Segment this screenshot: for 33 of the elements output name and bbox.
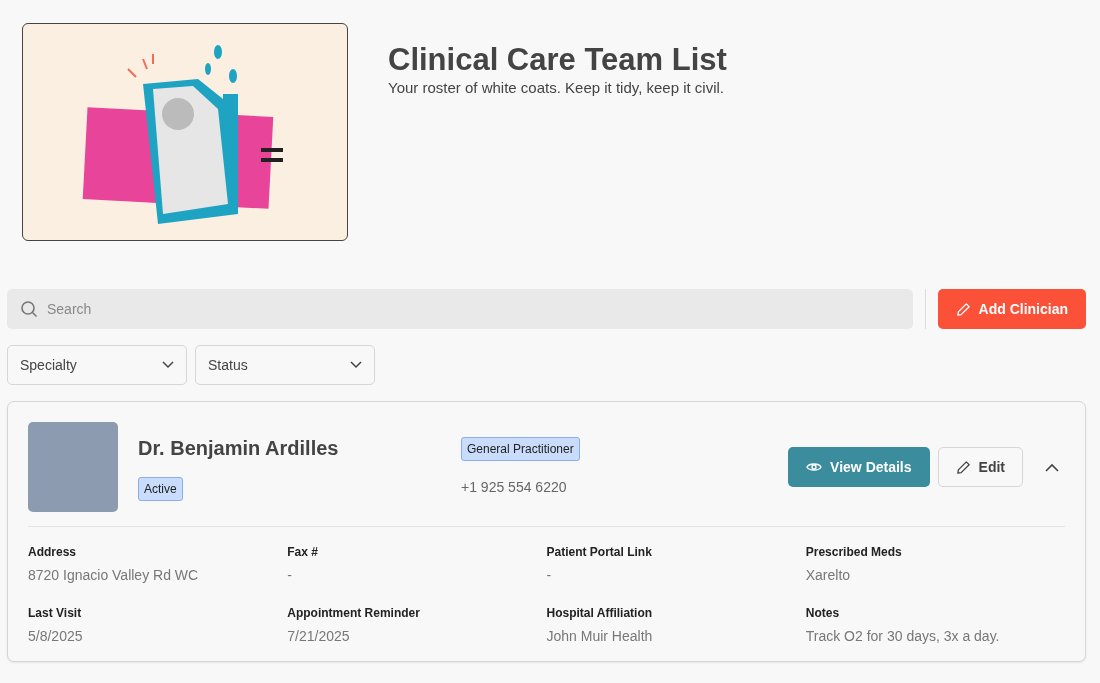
search-icon <box>20 300 38 318</box>
detail-value: Xarelto <box>805 566 852 585</box>
detail-label: Fax # <box>287 544 319 561</box>
detail-value: John Muir Health <box>546 627 654 646</box>
search-field[interactable]: Search <box>7 289 913 329</box>
chevron-down-icon <box>350 361 362 369</box>
page-subtitle: Your roster of white coats. Keep it tidy, keep it civil. <box>388 78 725 99</box>
view-details-button[interactable]: View Details <box>788 447 930 487</box>
specialty-tag: General Practitioner <box>461 436 580 461</box>
pencil-icon <box>955 301 971 317</box>
phone-number: +1 925 554 6220 <box>461 477 567 497</box>
pencil-icon <box>955 459 971 475</box>
filter-dropdown[interactable]: Status <box>195 345 375 385</box>
detail-value: 8720 Ignacio Valley Rd WC <box>28 566 200 585</box>
page-title: Clinical Care Team List <box>388 43 727 78</box>
detail-value: Track O2 for 30 days, 3x a day. <box>805 627 1001 646</box>
detail-label: Patient Portal Link <box>546 544 653 561</box>
clinician-name: Dr. Benjamin Ardilles <box>138 436 339 461</box>
filter-dropdown[interactable]: Specialty <box>7 345 187 385</box>
eye-icon <box>806 461 823 473</box>
chevron-down-icon <box>162 361 174 369</box>
detail-value: 7/21/2025 <box>287 627 351 646</box>
detail-label: Hospital Affiliation <box>546 605 654 622</box>
detail-label: Last Visit <box>28 605 83 622</box>
edit-button[interactable]: Edit <box>937 447 1023 487</box>
status-tag: Active <box>138 477 183 501</box>
detail-label: Appointment Reminder <box>287 605 421 622</box>
detail-label: Prescribed Meds <box>805 544 903 561</box>
detail-value: 5/8/2025 <box>28 627 84 646</box>
detail-value: - <box>287 566 293 585</box>
detail-label: Notes <box>805 605 841 622</box>
detail-value: - <box>546 566 553 585</box>
detail-label: Address <box>28 544 78 561</box>
